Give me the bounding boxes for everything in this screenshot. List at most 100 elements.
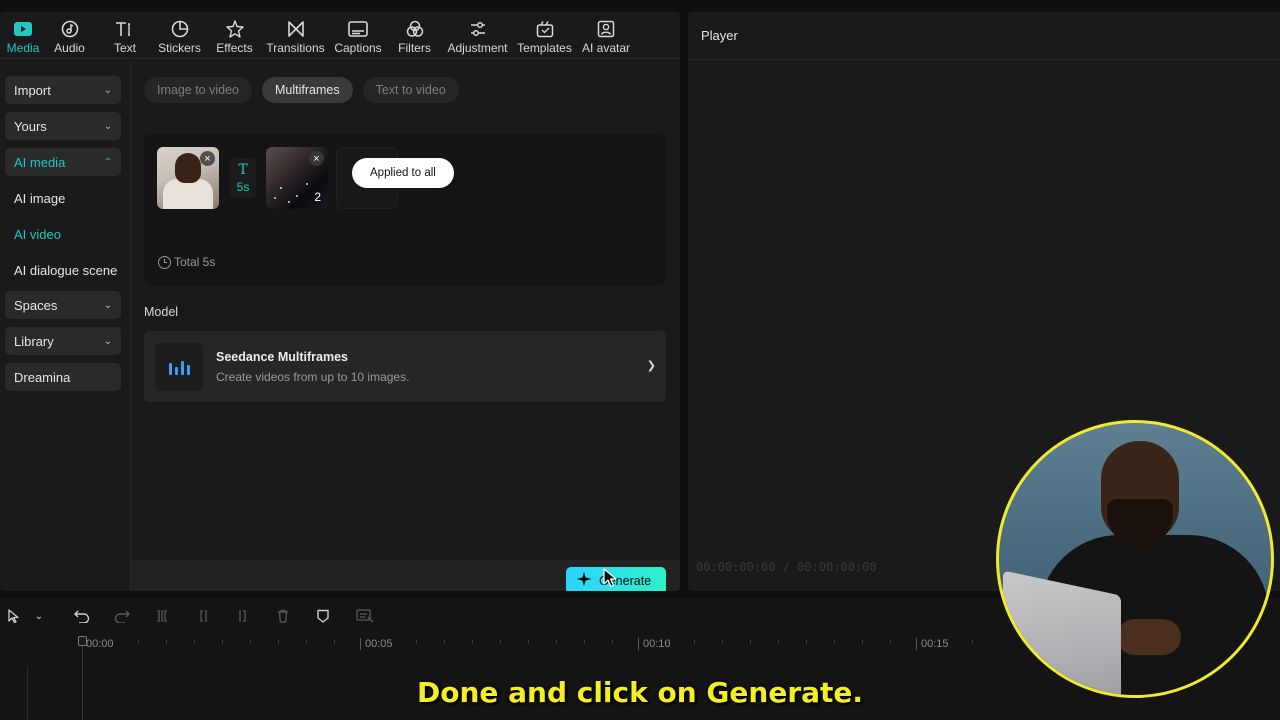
sidebar-item-label: Spaces bbox=[14, 297, 58, 313]
chevron-down-icon: ⌄ bbox=[103, 120, 112, 132]
chevron-down-icon[interactable]: ⌄ bbox=[30, 607, 48, 625]
ruler-tick bbox=[834, 640, 835, 644]
player-timecode: 00:00:00:00 / 00:00:00:00 bbox=[696, 560, 877, 574]
ruler-tick bbox=[306, 640, 307, 644]
ruler-tick bbox=[722, 640, 723, 644]
ruler-tick bbox=[250, 640, 251, 644]
ruler-tick bbox=[750, 640, 751, 644]
toolbar-transitions[interactable]: Transitions bbox=[263, 12, 328, 59]
sidebar-item-library[interactable]: Library ⌄ bbox=[5, 327, 121, 355]
playhead-handle[interactable] bbox=[78, 636, 87, 646]
toolbar-captions[interactable]: Captions bbox=[328, 12, 388, 59]
toolbar-audio[interactable]: Audio bbox=[42, 12, 97, 59]
ruler-tick bbox=[972, 640, 973, 644]
chevron-down-icon: ⌄ bbox=[103, 335, 112, 347]
ruler-tick bbox=[556, 640, 557, 644]
sidebar-item-label: AI dialogue scene bbox=[14, 262, 118, 278]
ruler-tick bbox=[416, 640, 417, 644]
undo-icon[interactable] bbox=[73, 607, 91, 625]
app-window: Media Audio Text Stickers Effects Transi… bbox=[0, 0, 1280, 720]
toolbar-ai-avatar[interactable]: AI avatar bbox=[575, 12, 637, 59]
toolbar-templates[interactable]: Templates bbox=[514, 12, 575, 59]
select-pointer-icon[interactable] bbox=[5, 607, 23, 625]
ruler-tick bbox=[916, 638, 917, 650]
sidebar-item-ai-dialogue-scene[interactable]: AI dialogue scene bbox=[5, 256, 129, 284]
media-panel: Media Audio Text Stickers Effects Transi… bbox=[0, 12, 680, 591]
sidebar-item-label: Dreamina bbox=[14, 369, 71, 385]
frame-image bbox=[306, 183, 308, 185]
sidebar-item-label: AI image bbox=[14, 190, 66, 206]
chevron-up-icon: ⌃ bbox=[103, 156, 112, 168]
total-duration: Total 5s bbox=[158, 255, 215, 269]
ruler-tick bbox=[444, 640, 445, 644]
frame-image bbox=[163, 179, 213, 209]
toolbar-stickers[interactable]: Stickers bbox=[153, 12, 206, 59]
sidebar-item-ai-media[interactable]: AI media ⌃ bbox=[5, 148, 121, 176]
ruler-tick bbox=[500, 640, 501, 644]
text-icon: T bbox=[238, 161, 248, 178]
sidebar-item-ai-image[interactable]: AI image bbox=[5, 184, 121, 212]
toolbar-adjustment[interactable]: Adjustment bbox=[441, 12, 514, 59]
media-icon bbox=[13, 19, 33, 39]
logo-bar bbox=[180, 361, 184, 375]
toolbar-text[interactable]: Text bbox=[97, 12, 153, 59]
tab-image-to-video[interactable]: Image to video bbox=[144, 77, 252, 103]
mode-tabs: Image to video Multiframes Text to video bbox=[144, 77, 459, 103]
ruler-tick bbox=[862, 640, 863, 644]
model-selector[interactable]: Seedance Multiframes Create videos from … bbox=[144, 331, 666, 402]
ruler-tick bbox=[584, 640, 585, 644]
ruler-tick bbox=[138, 640, 139, 644]
tab-multiframes[interactable]: Multiframes bbox=[262, 77, 353, 103]
redo-icon[interactable] bbox=[113, 607, 131, 625]
sidebar-item-import[interactable]: Import ⌄ bbox=[5, 76, 121, 104]
ruler-tick bbox=[166, 640, 167, 644]
model-description: Create videos from up to 10 images. bbox=[216, 370, 410, 384]
delete-icon[interactable] bbox=[274, 607, 292, 625]
ruler-tick bbox=[278, 640, 279, 644]
adjustment-icon bbox=[468, 19, 488, 39]
ruler-tick bbox=[612, 640, 613, 644]
ruler-tick bbox=[222, 640, 223, 644]
main-toolbar: Media Audio Text Stickers Effects Transi… bbox=[0, 12, 680, 59]
ruler-tick bbox=[638, 638, 639, 650]
frame-thumbnail-1[interactable]: × 1 bbox=[157, 147, 219, 209]
chevron-down-icon: ❯ bbox=[646, 360, 656, 372]
sidebar-item-yours[interactable]: Yours ⌄ bbox=[5, 112, 121, 140]
filters-icon bbox=[405, 19, 425, 39]
sidebar-item-spaces[interactable]: Spaces ⌄ bbox=[5, 291, 121, 319]
sparkle-icon bbox=[577, 572, 591, 589]
transition-duration-chip[interactable]: T 5s bbox=[230, 158, 256, 198]
effects-icon bbox=[225, 19, 245, 39]
ruler-tick bbox=[666, 640, 667, 644]
trim-left-icon[interactable] bbox=[195, 607, 213, 625]
frame-image bbox=[280, 187, 282, 189]
frame-image bbox=[296, 195, 298, 197]
close-icon[interactable]: × bbox=[200, 151, 215, 166]
ruler-tick bbox=[334, 640, 335, 644]
frame-number: 2 bbox=[314, 190, 321, 204]
mouse-cursor-icon bbox=[603, 568, 617, 588]
edit-more-icon[interactable] bbox=[356, 607, 374, 625]
frame-thumbnail-2[interactable]: × 2 bbox=[266, 147, 328, 209]
logo-bar bbox=[186, 365, 190, 375]
logo-bar bbox=[174, 367, 178, 375]
frame-image bbox=[288, 201, 290, 203]
toolbar-media[interactable]: Media bbox=[4, 12, 42, 59]
sidebar-item-dreamina[interactable]: Dreamina bbox=[5, 363, 121, 391]
toolbar-filters[interactable]: Filters bbox=[388, 12, 441, 59]
model-name: Seedance Multiframes bbox=[216, 350, 348, 364]
toolbar-effects[interactable]: Effects bbox=[206, 12, 263, 59]
model-section-title: Model bbox=[144, 305, 179, 319]
sidebar-item-label: Yours bbox=[14, 118, 47, 134]
trim-right-icon[interactable] bbox=[233, 607, 251, 625]
frame-image bbox=[274, 197, 276, 199]
split-icon[interactable] bbox=[153, 607, 171, 625]
sidebar-item-ai-video[interactable]: AI video bbox=[5, 220, 121, 248]
divider bbox=[688, 59, 1280, 60]
transitions-icon bbox=[286, 19, 306, 39]
tab-text-to-video[interactable]: Text to video bbox=[362, 77, 459, 103]
presenter-webcam bbox=[996, 420, 1274, 698]
captions-icon bbox=[348, 19, 368, 39]
close-icon[interactable]: × bbox=[309, 151, 324, 166]
marker-icon[interactable] bbox=[314, 607, 332, 625]
